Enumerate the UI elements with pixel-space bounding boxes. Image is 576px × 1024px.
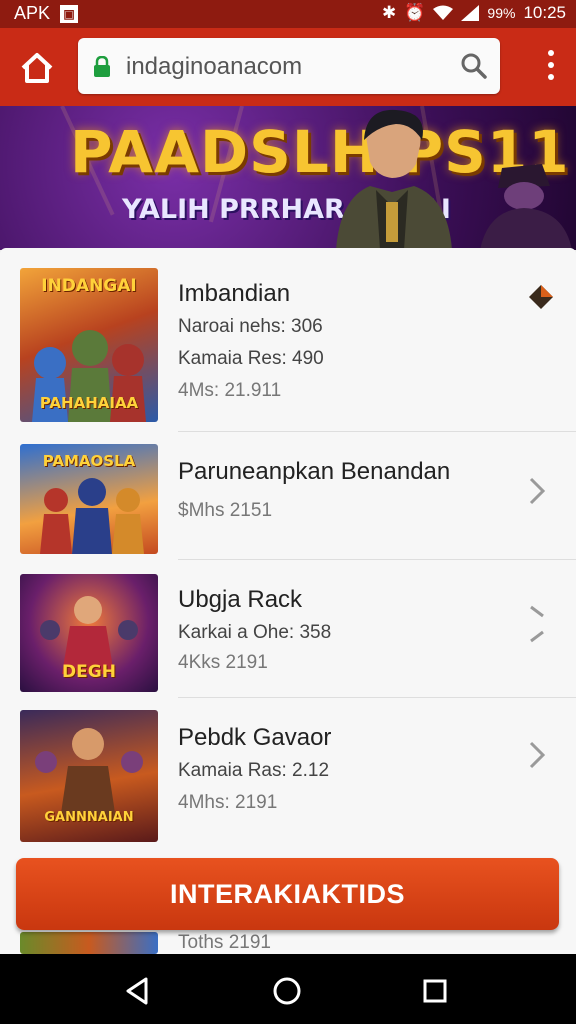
- chevron-right-icon[interactable]: [528, 476, 546, 506]
- home-button[interactable]: [14, 48, 60, 88]
- thumbnail-title: PAMAOSLA: [42, 452, 136, 470]
- search-icon[interactable]: [460, 52, 488, 80]
- home-icon: [21, 53, 53, 83]
- villain-character-art: [480, 164, 572, 250]
- thumbnail-title: INDANGAI: [41, 276, 137, 296]
- list-item[interactable]: PAMAOSLA Paruneanpkan Benandan $Mhs 2151: [0, 432, 576, 560]
- item-meta: 4Mhs: 2191: [178, 792, 278, 813]
- chevron-right-icon[interactable]: [528, 604, 546, 644]
- lock-icon: [94, 56, 110, 77]
- promo-banner[interactable]: PAADSLH PS11 YALIH PRRHAR RHDAI: [0, 106, 576, 250]
- url-text: indaginoanacom: [126, 53, 303, 80]
- item-meta: Kamaia Ras: 2.12: [178, 760, 330, 781]
- item-title: Paruneanpkan Benandan: [178, 458, 451, 485]
- item-meta: Kamaia Res: 490: [178, 348, 324, 369]
- item-meta: $Mhs 2151: [178, 500, 273, 521]
- item-meta: Naroai nehs: 306: [178, 316, 323, 337]
- thumbnail-caption: DEGH: [62, 662, 116, 682]
- cta-button[interactable]: INTERAKIAKTIDS: [16, 858, 559, 930]
- hero-character-art: [336, 109, 452, 250]
- status-app-label: APK: [14, 3, 51, 23]
- app-list: INDANGAI PAHAHAIAA Imbandian Naroai nehs…: [0, 248, 576, 954]
- diamond-icon: [529, 285, 553, 309]
- app-thumbnail: GANNNAIAN: [20, 710, 158, 842]
- app-thumbnail: PAMAOSLA: [20, 444, 158, 554]
- list-item[interactable]: GANNNAIAN Pebdk Gavaor Kamaia Ras: 2.12 …: [0, 698, 576, 846]
- home-nav-icon[interactable]: [270, 974, 304, 1008]
- notification-icon: ▣: [60, 4, 79, 23]
- item-meta: Karkai a Ohe: 358: [178, 622, 332, 643]
- bluetooth-icon: ✱: [382, 3, 397, 22]
- list-item-partial[interactable]: Toths 2191: [0, 928, 576, 954]
- list-item[interactable]: INDANGAI PAHAHAIAA Imbandian Naroai nehs…: [0, 248, 576, 432]
- item-meta: Toths 2191: [178, 932, 271, 953]
- overflow-menu-button[interactable]: [544, 50, 558, 84]
- battery-level: 99%: [487, 5, 516, 21]
- back-icon[interactable]: [120, 974, 154, 1008]
- system-nav-bar: [0, 954, 576, 1024]
- address-bar[interactable]: indaginoanacom: [78, 38, 500, 94]
- thumbnail-caption: PAHAHAIAA: [39, 394, 139, 412]
- status-bar: APK ▣ ✱ ⏰ 99% 10:25: [0, 0, 576, 28]
- item-meta: 4Kks 2191: [178, 652, 268, 673]
- app-thumbnail: DEGH: [20, 574, 158, 692]
- browser-toolbar: indaginoanacom: [0, 28, 576, 106]
- item-title: Imbandian: [178, 280, 291, 307]
- thumbnail-caption: GANNNAIAN: [44, 810, 134, 825]
- item-meta: 4Ms: 21.911: [178, 380, 282, 401]
- recents-icon[interactable]: [418, 974, 452, 1008]
- app-thumbnail: INDANGAI PAHAHAIAA: [20, 268, 158, 422]
- alarm-icon: ⏰: [404, 3, 426, 22]
- wifi-icon: [433, 5, 454, 20]
- signal-icon: [461, 5, 480, 21]
- item-title: Pebdk Gavaor: [178, 724, 332, 751]
- list-item[interactable]: DEGH Ubgja Rack Karkai a Ohe: 358 4Kks 2…: [0, 560, 576, 698]
- app-thumbnail: [20, 932, 158, 954]
- clock: 10:25: [523, 3, 566, 22]
- chevron-right-icon[interactable]: [528, 740, 546, 770]
- item-title: Ubgja Rack: [178, 586, 303, 613]
